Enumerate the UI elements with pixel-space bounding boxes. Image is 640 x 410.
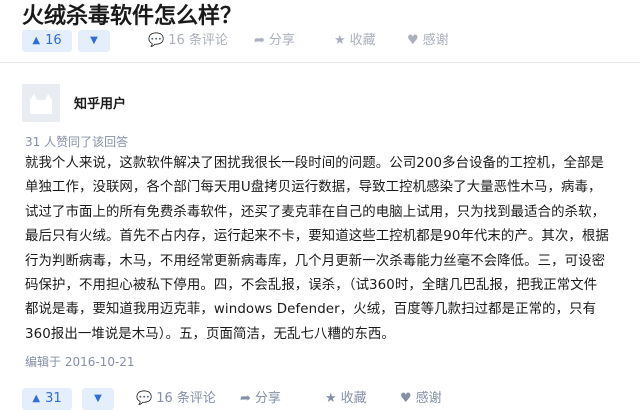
- upvote-count: 31: [45, 391, 62, 406]
- favorite-label: 收藏: [340, 391, 367, 406]
- upvote-button[interactable]: ▲ 31: [22, 388, 72, 410]
- answer-line: 行为判断病毒，木马，不用经常更新病毒库，几个月更新一次杀毒能力丝毫不会降低。三，…: [25, 253, 606, 269]
- answer-content: 就我个人来说，这款软件解决了困扰我很长一段时间的问题。公司200多台设备的工控机…: [25, 152, 637, 347]
- answer-line: 最后只有火绒。首先不占内存，运行起来不卡，要知道这些工控机都是90年代末的产。其…: [25, 229, 609, 245]
- upvote-arrow-icon: ▲: [32, 393, 41, 404]
- share-button[interactable]: ➦ 分享: [240, 388, 281, 410]
- thanks-label: 感谢: [415, 391, 442, 406]
- favorite-button[interactable]: ★ 收藏: [334, 30, 376, 52]
- question-title: 火绒杀毒软件怎么样？: [22, 4, 243, 29]
- thanks-button[interactable]: ♥ 感谢: [400, 388, 442, 410]
- answer-action-bar: ▲ 31 ▼ 💬 16 条评论 ➦ 分享 ★ 收藏 ♥ 感谢: [22, 388, 640, 410]
- upvote-note[interactable]: 31 人赞同了该回答: [25, 133, 128, 150]
- comments-label: 16 条评论: [168, 33, 228, 48]
- star-icon: ★: [334, 33, 346, 48]
- divider: [0, 62, 640, 63]
- answer-line: 单独工作，没联网，各个部门每天用U盘拷贝运行数据，导致工控机感染了大量恶性木马，…: [25, 180, 602, 196]
- share-icon: ➦: [254, 33, 265, 48]
- heart-icon: ♥: [407, 33, 419, 48]
- share-icon: ➦: [240, 391, 251, 406]
- question-action-bar: ▲ 16 ▼ 💬 16 条评论 ➦ 分享 ★ 收藏 ♥ 感谢: [22, 30, 640, 52]
- answer-line: 试过了市面上的所有免费杀毒软件，还买了麦克菲在自己的电脑上试用，只为找到最适合的…: [25, 204, 606, 220]
- avatar[interactable]: [22, 84, 60, 122]
- share-label: 分享: [254, 391, 281, 406]
- answer-line: 都说是毒，要知道我用迈克菲，windows Defender，火绒，百度等几款扫…: [25, 302, 597, 318]
- upvote-button[interactable]: ▲ 16: [22, 30, 72, 52]
- comment-icon: 💬: [148, 33, 165, 48]
- default-avatar-icon: [22, 84, 60, 122]
- thanks-label: 感谢: [422, 33, 449, 48]
- share-button[interactable]: ➦ 分享: [254, 30, 295, 52]
- downvote-button[interactable]: ▼: [78, 30, 110, 52]
- answer-line: 就我个人来说，这款软件解决了困扰我很长一段时间的问题。公司200多台设备的工控机…: [25, 156, 604, 171]
- answer-line: 360报出一堆说是木马）。五，页面简洁，无乱七八糟的东西。: [25, 326, 395, 342]
- downvote-arrow-icon: ▼: [94, 393, 102, 404]
- share-label: 分享: [268, 33, 295, 48]
- author-name[interactable]: 知乎用户: [74, 93, 126, 112]
- favorite-button[interactable]: ★ 收藏: [325, 388, 367, 410]
- edited-date[interactable]: 编辑于 2016-10-21: [25, 353, 135, 370]
- answer-line: 码保护，不用担心被私下停用。四，不会乱报，误杀，（试360时，全瞎几巴乱报，把我…: [25, 278, 598, 294]
- upvote-count: 16: [45, 33, 62, 48]
- comment-icon: 💬: [136, 391, 153, 406]
- favorite-label: 收藏: [349, 33, 376, 48]
- comments-label: 16 条评论: [156, 391, 216, 406]
- star-icon: ★: [325, 391, 337, 406]
- comments-button[interactable]: 💬 16 条评论: [148, 30, 228, 52]
- thanks-button[interactable]: ♥ 感谢: [407, 30, 449, 52]
- comments-button[interactable]: 💬 16 条评论: [136, 388, 216, 410]
- heart-icon: ♥: [400, 391, 412, 406]
- upvote-arrow-icon: ▲: [32, 35, 41, 46]
- downvote-button[interactable]: ▼: [82, 388, 114, 410]
- downvote-arrow-icon: ▼: [90, 35, 98, 46]
